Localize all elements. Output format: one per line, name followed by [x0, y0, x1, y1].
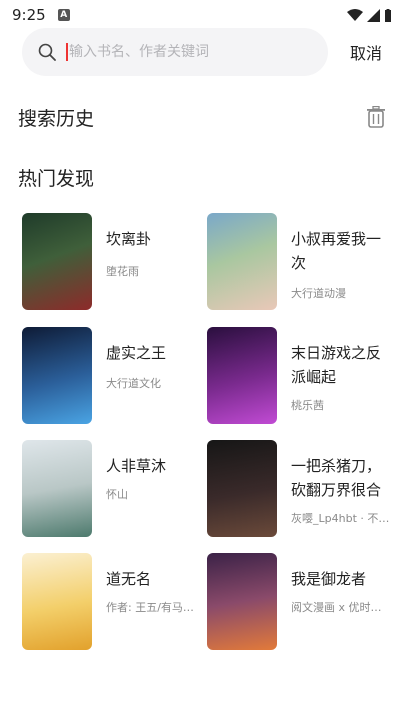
search-row: 取消	[22, 28, 392, 76]
book-item[interactable]: 虚实之王 大行道文化	[22, 327, 212, 425]
book-title: 小叔再爱我一次	[291, 230, 382, 272]
battery-icon	[385, 8, 391, 22]
book-cover	[207, 440, 277, 537]
text-cursor	[66, 43, 68, 61]
book-author: 大行道文化	[106, 377, 161, 390]
book-author: 桃乐茜	[291, 399, 324, 412]
book-title: 末日游戏之反派崛起	[291, 344, 382, 386]
book-author: 怀山	[106, 488, 128, 501]
book-cover	[207, 213, 277, 310]
search-icon	[38, 43, 56, 61]
book-cover	[22, 213, 92, 310]
book-cover	[207, 327, 277, 424]
book-author: 灰嘤_Lp4hbt · 不…	[291, 512, 390, 525]
book-title: 虚实之王	[106, 344, 167, 362]
trash-icon[interactable]	[366, 106, 386, 128]
book-cover	[22, 553, 92, 650]
hot-discover-title: 热门发现	[18, 168, 95, 190]
book-author: 作者: 王五/有马…	[106, 601, 194, 614]
search-input[interactable]	[69, 44, 289, 60]
book-item[interactable]: 人非草沐 怀山	[22, 440, 212, 538]
cancel-button[interactable]: 取消	[350, 40, 382, 64]
book-author: 大行道动漫	[291, 287, 346, 300]
wifi-icon	[347, 8, 363, 21]
search-history-title: 搜索历史	[18, 108, 95, 130]
book-item[interactable]: 末日游戏之反派崛起 桃乐茜	[207, 327, 397, 425]
book-author: 阅文漫画 x 优时…	[291, 601, 382, 614]
book-author: 堕花雨	[106, 265, 139, 278]
book-item[interactable]: 我是御龙者 阅文漫画 x 优时…	[207, 553, 397, 651]
status-time: 9:25	[12, 6, 46, 24]
book-title: 一把杀猪刀，砍翻万界很合	[291, 457, 382, 499]
search-box[interactable]	[22, 28, 328, 76]
book-item[interactable]: 小叔再爱我一次 大行道动漫	[207, 213, 397, 311]
book-title: 人非草沐	[106, 457, 167, 475]
book-title: 我是御龙者	[291, 570, 367, 588]
book-cover	[22, 327, 92, 424]
book-item[interactable]: 一把杀猪刀，砍翻万界很合 灰嘤_Lp4hbt · 不…	[207, 440, 397, 538]
status-notification-icon: A	[57, 9, 70, 21]
status-bar: 9:25 A	[0, 0, 404, 30]
book-item[interactable]: 坎离卦 堕花雨	[22, 213, 212, 311]
book-cover	[207, 553, 277, 650]
signal-icon	[367, 8, 380, 22]
status-icons	[347, 8, 392, 22]
book-title: 道无名	[106, 570, 152, 588]
book-cover	[22, 440, 92, 537]
book-title: 坎离卦	[106, 230, 152, 248]
book-item[interactable]: 道无名 作者: 王五/有马…	[22, 553, 212, 651]
